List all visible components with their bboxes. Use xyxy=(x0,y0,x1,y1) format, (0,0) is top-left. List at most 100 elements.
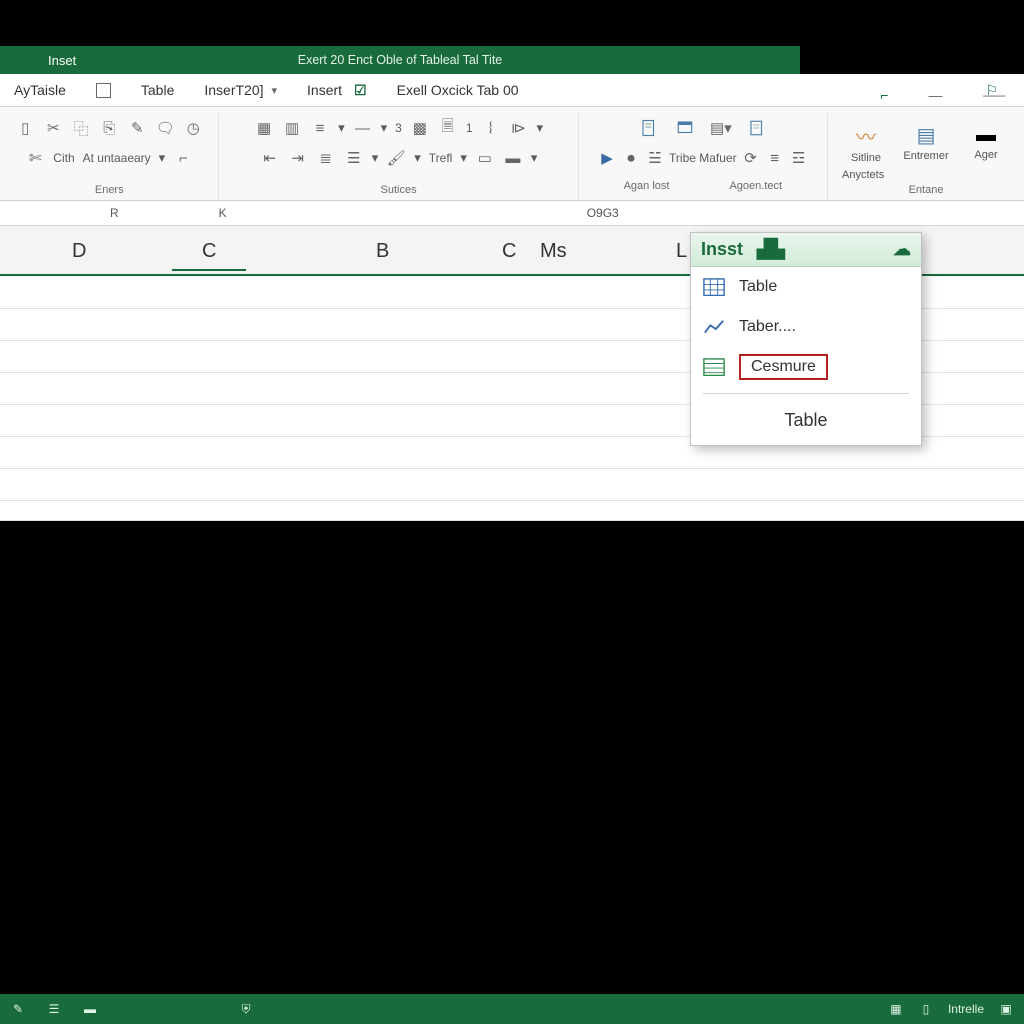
icon-menu[interactable]: ☰ xyxy=(344,148,364,168)
tab-insert-label: Inset xyxy=(48,53,76,68)
icon-page[interactable] xyxy=(635,114,663,142)
col-b[interactable]: B xyxy=(376,240,389,263)
col-c2[interactable]: C xyxy=(502,240,516,263)
top-black-area xyxy=(0,0,1024,46)
icon-copy[interactable]: ⿻ xyxy=(71,118,91,138)
icon-brush2[interactable]: 🖌 xyxy=(386,148,406,168)
dropdown-item-table[interactable]: Table xyxy=(691,267,921,307)
ribbon-group-sutices: ▦ ▥ ≡▾ —▾ 3 ▩ 🗏 1 𝄔 ⧐▾ ⇤ ⇥ ≣ ☰▾ 🖌 ▾ Tref… xyxy=(219,113,578,200)
tabstrip-item-1[interactable]: Table xyxy=(133,74,182,106)
list-icon[interactable]: ☰ xyxy=(46,1001,62,1017)
icon-indent-inc[interactable]: ⇥ xyxy=(288,148,308,168)
restore-icon[interactable]: ⌐ xyxy=(880,87,888,103)
icon-record[interactable]: ⏺ xyxy=(621,148,641,168)
grid-view-icon[interactable]: ▦ xyxy=(888,1001,904,1017)
ribbon-label-cith: Cith xyxy=(53,151,74,165)
icon-play[interactable]: ▶ xyxy=(597,148,617,168)
edit-icon[interactable]: ✎ xyxy=(10,1001,26,1017)
tabstrip-item-2[interactable]: InserT20]▾ xyxy=(196,74,285,106)
icon-sheet[interactable]: 🗏 xyxy=(438,118,458,138)
col-ms[interactable]: Ms xyxy=(540,240,567,263)
dropdown-item-taber[interactable]: Taber.... xyxy=(691,307,921,347)
icon-cut[interactable]: ✂ xyxy=(43,118,63,138)
icon-list[interactable]: ≡ xyxy=(310,118,330,138)
icon-layers[interactable]: ☱ xyxy=(645,148,665,168)
status-label: Intrelle xyxy=(948,1002,984,1016)
btn-ager[interactable]: ▬ Ager xyxy=(956,113,1016,169)
tabstrip-checkbox[interactable] xyxy=(88,74,119,106)
icon-corner[interactable]: ⌐ xyxy=(173,148,193,168)
icon-paste[interactable]: ⎘ xyxy=(99,118,119,138)
titlebar: Inset Exert 20 Enct Oble of Tableal Tal … xyxy=(0,46,800,74)
dropdown-item-cesmure[interactable]: Cesmure xyxy=(691,347,921,387)
icon-columns[interactable]: ▥ xyxy=(282,118,302,138)
minimize-icon[interactable]: — xyxy=(929,87,943,103)
ribbon: ▯ ✂ ⿻ ⎘ ✎ 🗨 ◷ ✄ Cith At untaaeary ▾ ⌐ En… xyxy=(0,107,1024,201)
icon-ab[interactable]: ▭ xyxy=(475,148,495,168)
spreadsheet-icon xyxy=(703,357,725,377)
tabstrip-item-0[interactable]: AyTaisle xyxy=(6,74,74,106)
tabstrip-item-1-label: Table xyxy=(141,82,174,98)
page-view-icon[interactable]: ▯ xyxy=(918,1001,934,1017)
tab-insert[interactable]: Inset xyxy=(38,46,86,74)
ribbon-label-tribe: Tribe Mafuer xyxy=(669,151,737,165)
icon-grid[interactable]: ▩ xyxy=(410,118,430,138)
tabstrip-item-4[interactable]: Exell Oxcick Tab 00 xyxy=(389,74,527,106)
namebox[interactable]: R xyxy=(110,206,119,220)
icon-just[interactable]: ≡ xyxy=(765,148,785,168)
icon-scissor2[interactable]: ✄ xyxy=(25,148,45,168)
number-3: 3 xyxy=(395,121,402,135)
ribbon-group-agan: ▤▾ ▶ ⏺ ☱ Tribe Mafuer ⟳ ≡ ☲ Agan lost Ag… xyxy=(579,113,828,200)
dropdown-item-taber-label: Taber.... xyxy=(739,318,796,336)
icon-dash[interactable]: — xyxy=(353,118,373,138)
icon-chat[interactable]: 🗨 xyxy=(155,118,175,138)
status-bar: ✎ ☰ ▬ ⛨ ▦ ▯ Intrelle ▣ xyxy=(0,994,1024,1024)
icon-table[interactable]: ▦ xyxy=(254,118,274,138)
icon-text[interactable]: ▬ xyxy=(503,148,523,168)
cloud-up-icon: ☁ xyxy=(893,239,911,260)
sparkline-icon: 〰 xyxy=(856,121,876,150)
chart-icon: ▟▙ xyxy=(757,239,785,260)
icon-panel[interactable] xyxy=(671,114,699,142)
ribbon-caption-eners: Eners xyxy=(95,184,124,196)
col-l[interactable]: L xyxy=(676,240,687,263)
ribbon-group-entane: 〰 Sitline ▤ Entremer ▬ Ager Anyctets Ent… xyxy=(828,113,1024,200)
btn-sitline[interactable]: 〰 Sitline xyxy=(836,113,896,169)
btn-ager-label: Ager xyxy=(974,149,997,161)
tabstrip-item-3[interactable]: Insert ☑ xyxy=(299,74,375,106)
dropdown-footer[interactable]: Table xyxy=(691,400,921,445)
icon-paneldd[interactable]: ▤▾ xyxy=(707,114,735,142)
dash-icon[interactable]: ▬ xyxy=(82,1001,98,1017)
icon-indent-dec[interactable]: ⇤ xyxy=(260,148,280,168)
formula-value[interactable]: O9G3 xyxy=(587,206,619,220)
tabstrip-item-4-label: Exell Oxcick Tab 00 xyxy=(397,82,519,98)
window-title: Exert 20 Enct Oble of Tableal Tal Tite xyxy=(298,53,503,67)
dropdown-footer-label: Table xyxy=(784,410,827,430)
ribbon-caption-agoen: Agoen.tect xyxy=(729,180,782,192)
icon-refresh[interactable]: ⟳ xyxy=(741,148,761,168)
btn-entremer[interactable]: ▤ Entremer xyxy=(896,113,956,169)
icon-align[interactable]: ≣ xyxy=(316,148,336,168)
formula-bar: R K O9G3 xyxy=(0,201,1024,226)
col-d[interactable]: D xyxy=(72,240,86,263)
ribbon-label-at: At untaaeary xyxy=(83,151,151,165)
table-icon xyxy=(703,277,725,297)
icon-brush[interactable]: ✎ xyxy=(127,118,147,138)
icon-clock[interactable]: ◷ xyxy=(183,118,203,138)
icon-doc[interactable]: ▯ xyxy=(15,118,35,138)
dropdown-header: Insst ▟▙ ☁ xyxy=(691,233,921,267)
icon-just2[interactable]: ☲ xyxy=(789,148,809,168)
ribbon-caption-entane: Entane xyxy=(909,184,944,196)
check-icon: ☑ xyxy=(354,82,367,99)
layout-icon[interactable]: ▣ xyxy=(998,1001,1014,1017)
icon-arrowbox[interactable]: ⧐ xyxy=(509,118,529,138)
shield-icon[interactable]: ⛨ xyxy=(238,1001,254,1017)
btn-entremer-label: Entremer xyxy=(903,150,948,162)
ribbon-group-eners: ▯ ✂ ⿻ ⎘ ✎ 🗨 ◷ ✄ Cith At untaaeary ▾ ⌐ En… xyxy=(0,113,219,200)
col-c-active[interactable]: C xyxy=(172,240,246,271)
btn-anyctets-label: Anyctets xyxy=(842,169,884,181)
icon-bracket[interactable]: 𝄔 xyxy=(481,118,501,138)
ribbon-caption-sutices: Sutices xyxy=(381,184,417,196)
maximize-icon[interactable]: ⸺ xyxy=(983,85,1006,105)
icon-note[interactable] xyxy=(743,114,771,142)
